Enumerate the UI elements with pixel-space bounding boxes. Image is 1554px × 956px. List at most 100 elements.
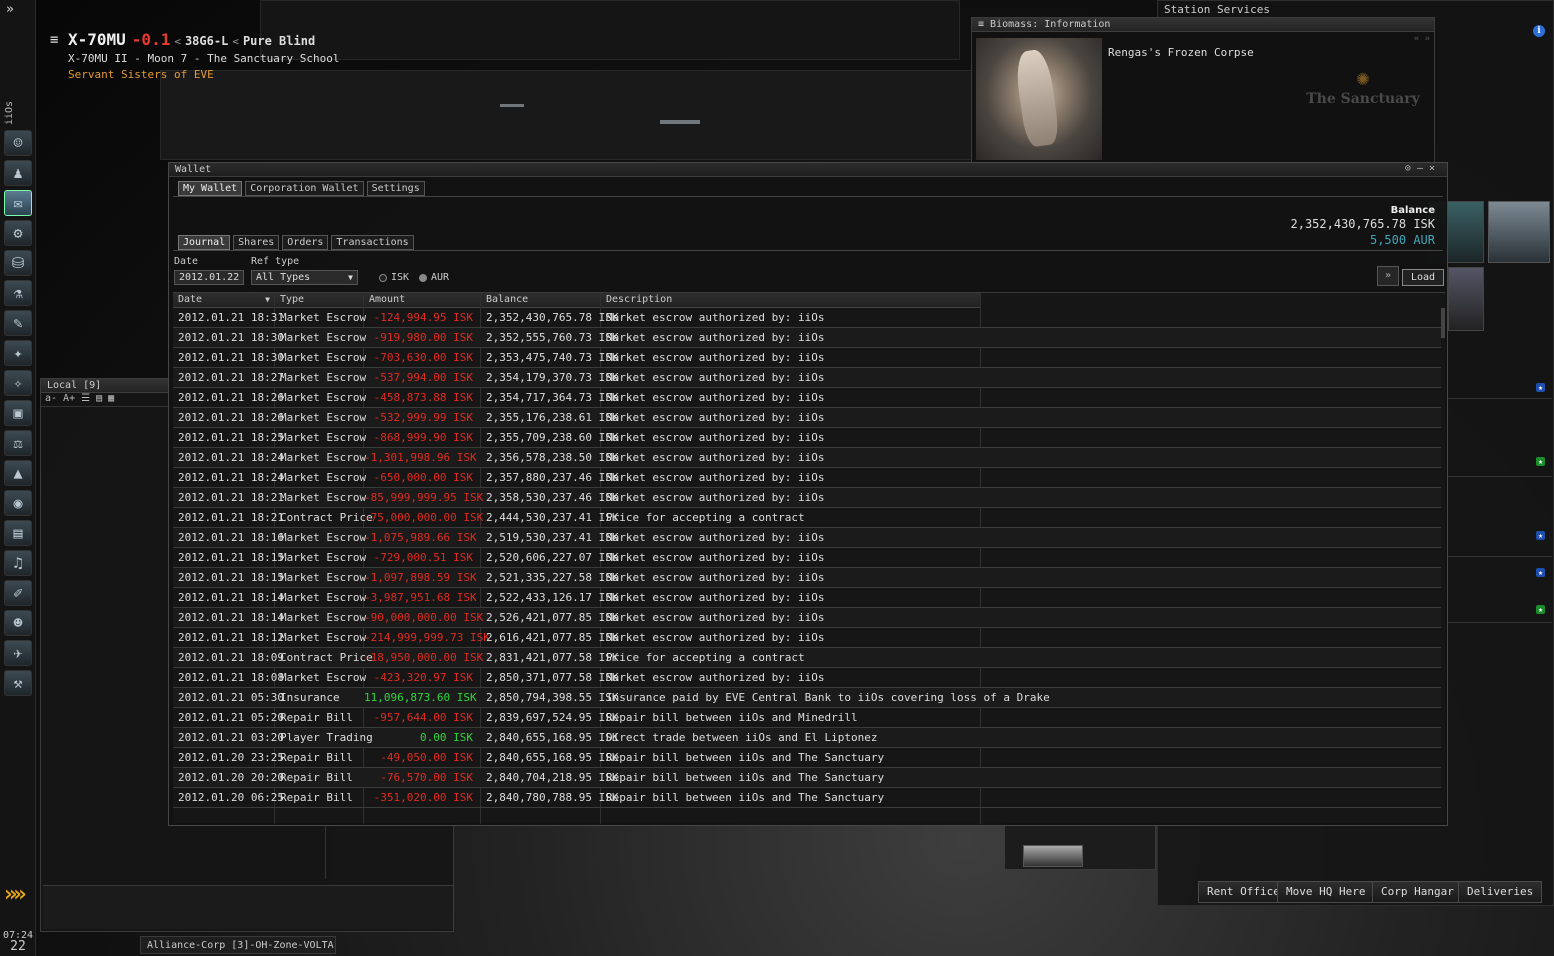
tab-transactions[interactable]: Transactions: [331, 235, 414, 250]
deliveries-button[interactable]: Deliveries: [1458, 881, 1543, 903]
assets-icon[interactable]: ▣: [4, 400, 32, 426]
move-hq-button[interactable]: Move HQ Here: [1277, 881, 1375, 903]
fleet-icon[interactable]: ♫: [4, 550, 32, 576]
table-row[interactable]: 2012.01.21 18:21 Contract Price -75,000,00…: [173, 508, 1441, 528]
col-type[interactable]: Type: [275, 293, 364, 308]
table-row[interactable]: 2012.01.21 05:30 Insurance 11,096,873.60 I…: [173, 688, 1441, 708]
table-row[interactable]: 2012.01.21 18:31 Market Escrow -124,994.95…: [173, 308, 1441, 328]
map-icon[interactable]: ✦: [4, 340, 32, 366]
list-view-icon[interactable]: ☰: [81, 393, 90, 406]
table-row[interactable]: 2012.01.21 18:08 Market Escrow -423,320.97…: [173, 668, 1441, 688]
fitting-icon[interactable]: ⚙: [4, 220, 32, 246]
compact-view-icon[interactable]: ▦: [108, 393, 114, 406]
table-row[interactable]: 2012.01.21 18:14 Market Escrow -90,000,000…: [173, 608, 1441, 628]
font-smaller-button[interactable]: a-: [45, 393, 57, 406]
tab-my-wallet[interactable]: My Wallet: [178, 181, 243, 196]
load-button[interactable]: Load: [1402, 269, 1444, 286]
chat-input[interactable]: [43, 885, 453, 929]
col-description[interactable]: Description: [601, 293, 981, 308]
tab-orders[interactable]: Orders: [282, 235, 329, 250]
wallet-title: Wallet: [169, 163, 1447, 177]
location-menu-icon[interactable]: ≡: [50, 32, 58, 48]
table-row[interactable]: 2012.01.20 23:25 Repair Bill -49,050.00 IS…: [173, 748, 1441, 768]
table-row[interactable]: 2012.01.21 05:20 Repair Bill -957,644.00 I…: [173, 708, 1441, 728]
ship-icon[interactable]: [1023, 845, 1083, 867]
table-row[interactable]: 2012.01.21 18:12 Market Escrow -214,999,99…: [173, 628, 1441, 648]
station-corporation[interactable]: Servant Sisters of EVE: [68, 68, 214, 81]
module-icon[interactable]: [1488, 201, 1550, 263]
station-name[interactable]: X-70MU II - Moon 7 - The Sanctuary Schoo…: [68, 52, 340, 65]
minimize-icon[interactable]: –: [1417, 163, 1429, 174]
market-icon[interactable]: ⛁: [4, 250, 32, 276]
radio-aur[interactable]: AUR: [419, 272, 449, 283]
starmap-icon[interactable]: ✧: [4, 370, 32, 396]
table-row[interactable]: 2012.01.21 18:27 Market Escrow -537,994.00…: [173, 368, 1441, 388]
table-row[interactable]: 2012.01.21 18:09 Contract Price -18,950,00…: [173, 648, 1441, 668]
neocom-expand-icon[interactable]: »: [6, 2, 14, 17]
radio-isk[interactable]: ISK: [379, 272, 409, 283]
table-row[interactable]: 2012.01.20 06:25 Repair Bill -351,020.00 I…: [173, 788, 1441, 808]
tab-journal[interactable]: Journal: [178, 235, 231, 250]
options-icon[interactable]: ⊙: [1405, 163, 1417, 174]
table-row[interactable]: 2012.01.21 03:20 Player Trading 0.00 ISK 2,…: [173, 728, 1441, 748]
close-icon[interactable]: ×: [1429, 163, 1441, 174]
table-row[interactable]: 2012.01.21 18:30 Market Escrow -703,630.00…: [173, 348, 1441, 368]
notepad-icon[interactable]: ▤: [4, 520, 32, 546]
rent-office-button[interactable]: Rent Office: [1198, 881, 1289, 903]
table-row[interactable]: 2012.01.21 18:25 Market Escrow -868,999.90…: [173, 428, 1441, 448]
cell-type: Market Escrow: [280, 551, 367, 564]
table-row[interactable]: 2012.01.21 18:14 Market Escrow -3,987,951.…: [173, 588, 1441, 608]
table-row[interactable]: 2012.01.21 18:16 Market Escrow -1,075,989.…: [173, 528, 1441, 548]
table-row[interactable]: 2012.01.21 18:30 Market Escrow -919,980.00…: [173, 328, 1441, 348]
col-balance[interactable]: Balance: [481, 293, 601, 308]
table-row[interactable]: 2012.01.21 18:15 Market Escrow -729,000.51…: [173, 548, 1441, 568]
table-row[interactable]: 2012.01.20 20:20 Repair Bill -76,570.00 IS…: [173, 768, 1441, 788]
font-larger-button[interactable]: A+: [63, 393, 75, 406]
constellation-name[interactable]: 38G6-L: [185, 34, 228, 48]
eve-menu-icon[interactable]: »»: [4, 882, 32, 907]
character-name[interactable]: iiOs: [4, 100, 32, 126]
corporation-icon[interactable]: ▲: [4, 460, 32, 486]
contracts-icon[interactable]: ✐: [4, 580, 32, 606]
reftype-select[interactable]: All Types ▼: [251, 270, 358, 285]
system-line: X-70MU -0.1 <38G6-L < Pure Blind: [68, 30, 315, 49]
people-places-icon[interactable]: ♟: [4, 160, 32, 186]
wallet-icon[interactable]: ⚖: [4, 430, 32, 456]
radio-aur-dot: [419, 273, 427, 282]
tab-shares[interactable]: Shares: [233, 235, 280, 250]
tab-corporation-wallet[interactable]: Corporation Wallet: [245, 181, 364, 196]
cell-balance: 2,352,430,765.78 ISK: [486, 311, 619, 324]
detail-view-icon[interactable]: ▤: [96, 393, 102, 406]
history-nav-icon[interactable]: « »: [1414, 34, 1430, 44]
info-icon[interactable]: i: [1533, 25, 1545, 37]
col-date[interactable]: Date ▼: [173, 293, 275, 308]
drones-icon[interactable]: ⚒: [4, 670, 32, 696]
cell-amount: -351,020.00 ISK: [373, 791, 473, 804]
date-field[interactable]: 2012.01.22: [174, 270, 244, 285]
background-light: [660, 120, 700, 124]
col-amount[interactable]: Amount: [364, 293, 481, 308]
tab-settings[interactable]: Settings: [366, 181, 425, 196]
agents-icon[interactable]: ☻: [4, 610, 32, 636]
ship-icon[interactable]: ✈: [4, 640, 32, 666]
journal-icon[interactable]: ✎: [4, 310, 32, 336]
next-page-icon[interactable]: »: [1377, 266, 1399, 286]
alliance-chat-tab[interactable]: Alliance-Corp [3]-OH-Zone-VOLTA ...: [140, 936, 336, 954]
table-row[interactable]: 2012.01.21 18:26 Market Escrow -532,999.99…: [173, 408, 1441, 428]
character-sheet-icon[interactable]: ☺: [4, 130, 32, 156]
table-row[interactable]: 2012.01.21 18:26 Market Escrow -458,873.88…: [173, 388, 1441, 408]
region-name[interactable]: Pure Blind: [243, 34, 315, 48]
corp-hangar-button[interactable]: Corp Hangar: [1372, 881, 1463, 903]
table-row[interactable]: 2012.01.21 18:15 Market Escrow -1,097,898.…: [173, 568, 1441, 588]
table-row[interactable]: 2012.01.21 18:21 Market Escrow -85,999,999…: [173, 488, 1441, 508]
browser-icon[interactable]: ◉: [4, 490, 32, 516]
table-row[interactable]: 2012.01.21 18:24 Market Escrow -650,000.00…: [173, 468, 1441, 488]
science-industry-icon[interactable]: ⚗: [4, 280, 32, 306]
mail-icon[interactable]: ✉: [4, 190, 32, 216]
table-row[interactable]: 2012.01.21 18:24 Market Escrow -1,301,998.…: [173, 448, 1441, 468]
module-icon[interactable]: [1448, 267, 1484, 331]
sanctuary-emblem-icon: ✺: [1356, 66, 1370, 91]
system-name[interactable]: X-70MU: [68, 30, 126, 49]
scrollbar[interactable]: [1441, 308, 1445, 338]
cell-type: Market Escrow: [280, 391, 367, 404]
